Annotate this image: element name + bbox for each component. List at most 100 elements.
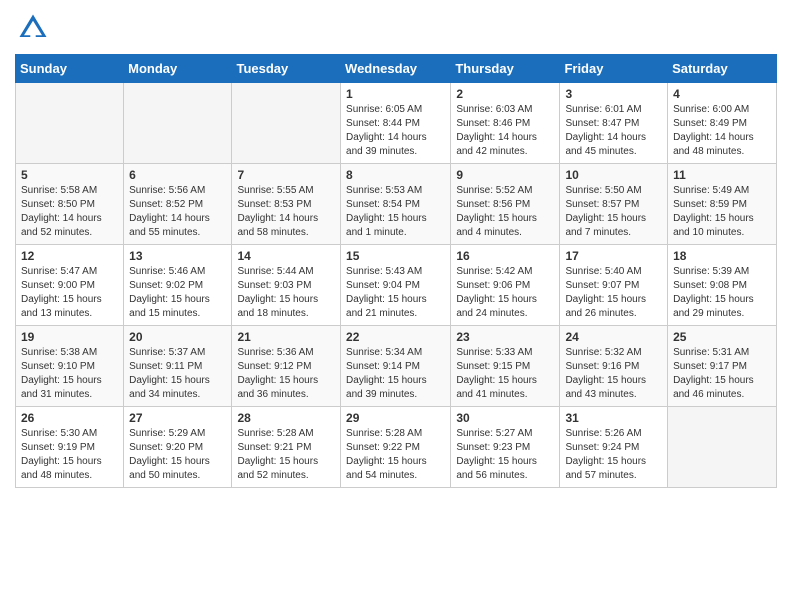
day-header-saturday: Saturday [668, 55, 777, 83]
day-info: Sunrise: 5:29 AMSunset: 9:20 PMDaylight:… [129, 427, 226, 483]
calendar-cell: 21 Sunrise: 5:36 AMSunset: 9:12 PMDayligh… [232, 326, 341, 407]
calendar-week-2: 5 Sunrise: 5:58 AMSunset: 8:50 PMDaylight… [16, 164, 777, 245]
calendar-cell: 3 Sunrise: 6:01 AMSunset: 8:47 PMDaylight… [560, 83, 668, 164]
day-number: 16 [456, 249, 554, 263]
day-header-wednesday: Wednesday [341, 55, 451, 83]
calendar-cell: 25 Sunrise: 5:31 AMSunset: 9:17 PMDayligh… [668, 326, 777, 407]
calendar-cell: 29 Sunrise: 5:28 AMSunset: 9:22 PMDayligh… [341, 407, 451, 488]
calendar-cell: 14Sunrise: 5:44 AMSunset: 9:03 PMDayligh… [232, 245, 341, 326]
calendar-cell: 4 Sunrise: 6:00 AMSunset: 8:49 PMDaylight… [668, 83, 777, 164]
calendar-cell: 8Sunrise: 5:53 AMSunset: 8:54 PMDaylight… [341, 164, 451, 245]
day-info: Sunrise: 5:28 AMSunset: 9:22 PMDaylight:… [346, 427, 445, 483]
calendar-cell: 12 Sunrise: 5:47 AMSunset: 9:00 PMDayligh… [16, 245, 124, 326]
day-info: Sunrise: 5:50 AMSunset: 8:57 PMDaylight:… [565, 184, 662, 240]
day-info: Sunrise: 5:39 AMSunset: 9:08 PMDaylight:… [673, 265, 771, 321]
day-info: Sunrise: 5:58 AMSunset: 8:50 PMDaylight:… [21, 184, 118, 240]
day-number: 24 [565, 330, 662, 344]
calendar-cell: 5 Sunrise: 5:58 AMSunset: 8:50 PMDaylight… [16, 164, 124, 245]
calendar-cell: 11 Sunrise: 5:49 AMSunset: 8:59 PMDayligh… [668, 164, 777, 245]
day-info: Sunrise: 5:34 AMSunset: 9:14 PMDaylight:… [346, 346, 445, 402]
day-info: Sunrise: 5:27 AMSunset: 9:23 PMDaylight:… [456, 427, 554, 483]
day-number: 19 [21, 330, 118, 344]
header [15, 10, 777, 46]
day-number: 18 [673, 249, 771, 263]
calendar-cell: 16 Sunrise: 5:42 AMSunset: 9:06 PMDayligh… [451, 245, 560, 326]
day-number: 21 [237, 330, 335, 344]
day-header-monday: Monday [124, 55, 232, 83]
calendar-cell: 28 Sunrise: 5:28 AMSunset: 9:21 PMDayligh… [232, 407, 341, 488]
day-info: Sunrise: 5:49 AMSunset: 8:59 PMDaylight:… [673, 184, 771, 240]
calendar-week-1: 1 Sunrise: 6:05 AMSunset: 8:44 PMDaylight… [16, 83, 777, 164]
day-info: Sunrise: 6:00 AMSunset: 8:49 PMDaylight:… [673, 103, 771, 159]
day-number: 12 [21, 249, 118, 263]
day-info: Sunrise: 6:01 AMSunset: 8:47 PMDaylight:… [565, 103, 662, 159]
day-info: Sunrise: 6:03 AMSunset: 8:46 PMDaylight:… [456, 103, 554, 159]
day-number: 3 [565, 87, 662, 101]
day-info: Sunrise: 5:55 AMSunset: 8:53 PMDaylight:… [237, 184, 335, 240]
page: SundayMondayTuesdayWednesdayThursdayFrid… [0, 0, 792, 498]
day-info: Sunrise: 5:31 AMSunset: 9:17 PMDaylight:… [673, 346, 771, 402]
day-info: Sunrise: 5:47 AMSunset: 9:00 PMDaylight:… [21, 265, 118, 321]
day-info: Sunrise: 5:40 AMSunset: 9:07 PMDaylight:… [565, 265, 662, 321]
day-number: 25 [673, 330, 771, 344]
calendar-cell: 7 Sunrise: 5:55 AMSunset: 8:53 PMDaylight… [232, 164, 341, 245]
calendar-cell: 1 Sunrise: 6:05 AMSunset: 8:44 PMDaylight… [341, 83, 451, 164]
calendar-cell: 10Sunrise: 5:50 AMSunset: 8:57 PMDayligh… [560, 164, 668, 245]
calendar-cell [232, 83, 341, 164]
calendar-cell: 26 Sunrise: 5:30 AMSunset: 9:19 PMDayligh… [16, 407, 124, 488]
calendar-cell [16, 83, 124, 164]
calendar-cell: 18 Sunrise: 5:39 AMSunset: 9:08 PMDayligh… [668, 245, 777, 326]
calendar-cell: 22 Sunrise: 5:34 AMSunset: 9:14 PMDayligh… [341, 326, 451, 407]
day-number: 27 [129, 411, 226, 425]
calendar-cell: 2 Sunrise: 6:03 AMSunset: 8:46 PMDaylight… [451, 83, 560, 164]
calendar-week-3: 12 Sunrise: 5:47 AMSunset: 9:00 PMDayligh… [16, 245, 777, 326]
day-info: Sunrise: 5:52 AMSunset: 8:56 PMDaylight:… [456, 184, 554, 240]
calendar-week-4: 19Sunrise: 5:38 AMSunset: 9:10 PMDayligh… [16, 326, 777, 407]
day-number: 20 [129, 330, 226, 344]
day-number: 22 [346, 330, 445, 344]
day-number: 11 [673, 168, 771, 182]
day-number: 7 [237, 168, 335, 182]
day-number: 2 [456, 87, 554, 101]
day-info: Sunrise: 5:26 AMSunset: 9:24 PMDaylight:… [565, 427, 662, 483]
calendar-cell: 15 Sunrise: 5:43 AMSunset: 9:04 PMDayligh… [341, 245, 451, 326]
day-number: 30 [456, 411, 554, 425]
day-info: Sunrise: 5:44 AMSunset: 9:03 PMDaylight:… [237, 265, 335, 321]
day-number: 28 [237, 411, 335, 425]
day-info: Sunrise: 5:32 AMSunset: 9:16 PMDaylight:… [565, 346, 662, 402]
day-info: Sunrise: 5:36 AMSunset: 9:12 PMDaylight:… [237, 346, 335, 402]
day-info: Sunrise: 6:05 AMSunset: 8:44 PMDaylight:… [346, 103, 445, 159]
day-number: 4 [673, 87, 771, 101]
day-number: 17 [565, 249, 662, 263]
day-number: 1 [346, 87, 445, 101]
calendar-cell: 13Sunrise: 5:46 AMSunset: 9:02 PMDayligh… [124, 245, 232, 326]
calendar-cell: 27 Sunrise: 5:29 AMSunset: 9:20 PMDayligh… [124, 407, 232, 488]
day-info: Sunrise: 5:56 AMSunset: 8:52 PMDaylight:… [129, 184, 226, 240]
calendar-cell: 20 Sunrise: 5:37 AMSunset: 9:11 PMDayligh… [124, 326, 232, 407]
day-number: 23 [456, 330, 554, 344]
day-info: Sunrise: 5:33 AMSunset: 9:15 PMDaylight:… [456, 346, 554, 402]
calendar-cell: 30 Sunrise: 5:27 AMSunset: 9:23 PMDayligh… [451, 407, 560, 488]
calendar-cell: 19Sunrise: 5:38 AMSunset: 9:10 PMDayligh… [16, 326, 124, 407]
day-number: 26 [21, 411, 118, 425]
day-info: Sunrise: 5:53 AMSunset: 8:54 PMDaylight:… [346, 184, 445, 240]
day-info: Sunrise: 5:28 AMSunset: 9:21 PMDaylight:… [237, 427, 335, 483]
day-info: Sunrise: 5:43 AMSunset: 9:04 PMDaylight:… [346, 265, 445, 321]
calendar-cell: 23 Sunrise: 5:33 AMSunset: 9:15 PMDayligh… [451, 326, 560, 407]
day-number: 15 [346, 249, 445, 263]
calendar-cell: 31Sunrise: 5:26 AMSunset: 9:24 PMDayligh… [560, 407, 668, 488]
day-info: Sunrise: 5:37 AMSunset: 9:11 PMDaylight:… [129, 346, 226, 402]
calendar-cell [124, 83, 232, 164]
day-header-tuesday: Tuesday [232, 55, 341, 83]
day-number: 29 [346, 411, 445, 425]
day-number: 9 [456, 168, 554, 182]
day-info: Sunrise: 5:42 AMSunset: 9:06 PMDaylight:… [456, 265, 554, 321]
logo [15, 10, 55, 46]
calendar-week-5: 26 Sunrise: 5:30 AMSunset: 9:19 PMDayligh… [16, 407, 777, 488]
day-number: 5 [21, 168, 118, 182]
calendar-cell: 6Sunrise: 5:56 AMSunset: 8:52 PMDaylight… [124, 164, 232, 245]
day-header-sunday: Sunday [16, 55, 124, 83]
day-info: Sunrise: 5:30 AMSunset: 9:19 PMDaylight:… [21, 427, 118, 483]
day-header-friday: Friday [560, 55, 668, 83]
calendar-cell: 17 Sunrise: 5:40 AMSunset: 9:07 PMDayligh… [560, 245, 668, 326]
